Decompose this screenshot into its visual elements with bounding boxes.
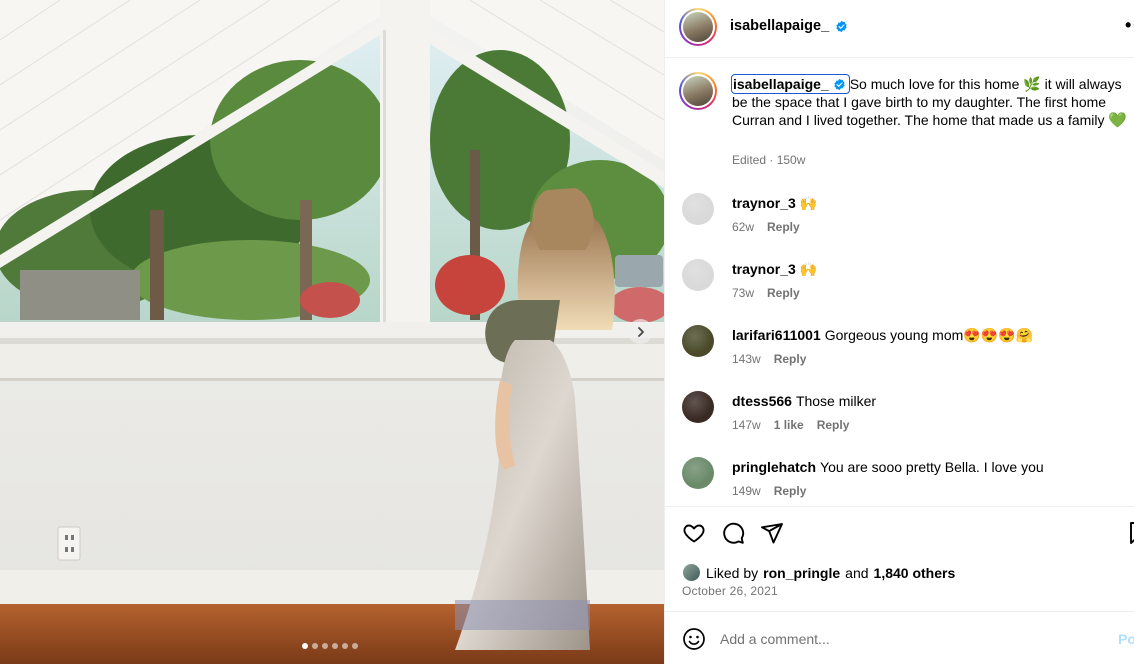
- emoji-icon[interactable]: [682, 627, 706, 651]
- commenter-username[interactable]: larifari611001: [732, 327, 821, 343]
- verified-badge-icon: [834, 78, 845, 90]
- comment-input[interactable]: [720, 626, 1100, 652]
- comment-line: larifari611001 Gorgeous young mom😍😍😍🤗: [732, 327, 1033, 344]
- reply-button[interactable]: Reply: [767, 286, 800, 300]
- liker-avatar: [682, 563, 701, 582]
- likes-summary: Liked by ron_pringle and 1,840 others: [682, 563, 955, 582]
- verified-badge-icon: [836, 20, 847, 32]
- caption-avatar[interactable]: [679, 72, 717, 110]
- comment-line: traynor_3 🙌: [732, 195, 817, 212]
- comment-age: 143w: [732, 352, 761, 366]
- heart-icon[interactable]: [682, 521, 706, 545]
- comment-age: 73w: [732, 286, 755, 300]
- commenter-username[interactable]: dtess566: [732, 393, 792, 409]
- carousel-indicator: [302, 643, 358, 649]
- comment-meta: 143w Reply: [732, 352, 806, 366]
- caption-username: isabellapaige_: [733, 76, 829, 92]
- likes-others-count[interactable]: 1,840 others: [874, 565, 956, 581]
- post-side-panel: isabellapaige_ ••• isabellapaige_ So muc…: [664, 0, 1134, 664]
- comment-text: 🙌: [799, 195, 818, 211]
- commenter-username[interactable]: traynor_3: [732, 261, 796, 277]
- comment-text: Gorgeous young mom😍😍😍🤗: [824, 327, 1033, 343]
- comment-likes[interactable]: 1 like: [774, 418, 804, 432]
- caption-body-part1: So much love for this home: [849, 76, 1024, 92]
- liked-by-prefix: Liked by: [706, 564, 759, 581]
- share-icon[interactable]: [760, 521, 784, 545]
- add-comment-bar: Post: [665, 611, 1134, 664]
- liker-username[interactable]: ron_pringle: [763, 565, 840, 581]
- post-media: [0, 0, 664, 664]
- commenter-username[interactable]: pringlehatch: [732, 459, 816, 475]
- commenter-username[interactable]: traynor_3: [732, 195, 796, 211]
- caption-username-link[interactable]: isabellapaige_: [731, 74, 850, 94]
- reply-button[interactable]: Reply: [817, 418, 850, 432]
- author-username[interactable]: isabellapaige_: [730, 18, 829, 34]
- reply-button[interactable]: Reply: [774, 352, 807, 366]
- carousel-dot: [302, 643, 308, 649]
- carousel-dot: [332, 643, 338, 649]
- comment-age: 149w: [732, 484, 761, 498]
- comment-age: 147w: [732, 418, 761, 432]
- comment-meta: 147w 1 like Reply: [732, 418, 849, 432]
- reply-button[interactable]: Reply: [767, 220, 800, 234]
- comment-text: 🙌: [799, 261, 818, 277]
- comment-icon[interactable]: [721, 521, 745, 545]
- comment-item: traynor_3 🙌 62w Reply: [665, 193, 1134, 253]
- comment-item: larifari611001 Gorgeous young mom😍😍😍🤗 143w…: [665, 325, 1134, 385]
- leaf-emoji: 🌿: [1023, 76, 1041, 92]
- post-date: October 26, 2021: [682, 584, 778, 598]
- post-actions: Liked by ron_pringle and 1,840 others Oc…: [665, 506, 1134, 611]
- commenter-avatar[interactable]: [682, 457, 714, 489]
- commenter-avatar[interactable]: [682, 259, 714, 291]
- carousel-dot: [352, 643, 358, 649]
- comment-meta: 62w Reply: [732, 220, 800, 234]
- commenter-avatar[interactable]: [682, 391, 714, 423]
- more-options-button[interactable]: •••: [1125, 15, 1134, 36]
- comment-meta: 149w Reply: [732, 484, 806, 498]
- comment-item: dtess566 Those milker 147w 1 like Reply: [665, 391, 1134, 451]
- carousel-dot: [342, 643, 348, 649]
- comment-meta: 73w Reply: [732, 286, 800, 300]
- author-username-row: isabellapaige_: [730, 18, 848, 34]
- caption-text: isabellapaige_ So much love for this hom…: [731, 74, 1132, 130]
- carousel-next-button[interactable]: [628, 319, 653, 344]
- post-photo: [0, 0, 664, 664]
- caption-meta: Edited · 150w: [732, 153, 806, 167]
- comment-line: dtess566 Those milker: [732, 393, 876, 409]
- comment-age: 62w: [732, 220, 755, 234]
- post-comment-button[interactable]: Post: [1118, 631, 1134, 647]
- reply-button[interactable]: Reply: [774, 484, 807, 498]
- comment-text: You are sooo pretty Bella. I love you: [820, 459, 1044, 475]
- comment-line: pringlehatch You are sooo pretty Bella. I…: [732, 459, 1044, 475]
- commenter-avatar[interactable]: [682, 325, 714, 357]
- bookmark-icon[interactable]: [1129, 521, 1134, 545]
- commenter-avatar[interactable]: [682, 193, 714, 225]
- author-avatar[interactable]: [679, 8, 717, 46]
- comment-line: traynor_3 🙌: [732, 261, 817, 278]
- liked-by-and: and: [845, 564, 869, 581]
- green-heart-emoji: 💚: [1108, 112, 1128, 129]
- carousel-dot: [322, 643, 328, 649]
- post-header: isabellapaige_ •••: [665, 0, 1134, 58]
- carousel-dot: [312, 643, 318, 649]
- comment-item: traynor_3 🙌 73w Reply: [665, 259, 1134, 319]
- comment-text: Those milker: [795, 393, 877, 409]
- chevron-right-icon: [637, 326, 644, 337]
